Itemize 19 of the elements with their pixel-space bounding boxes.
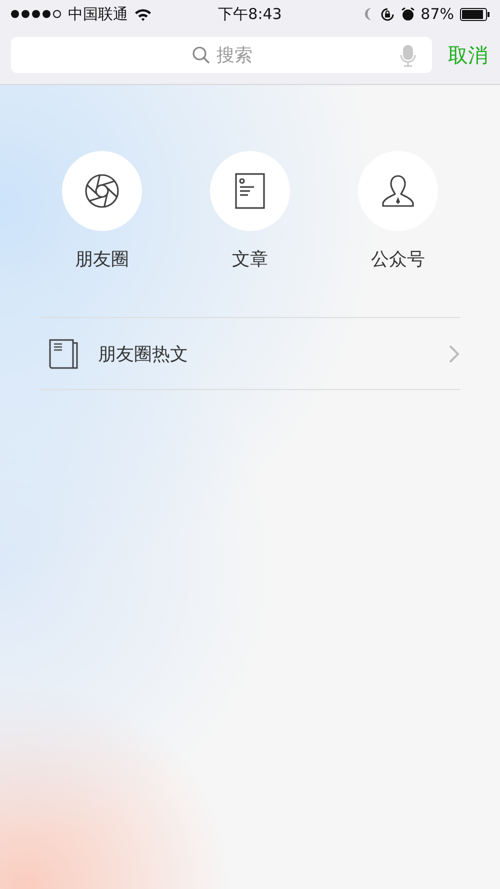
signal-icon (10, 9, 62, 19)
wifi-icon (134, 8, 152, 20)
carrier-name: 中国联通 (68, 4, 128, 24)
category-button[interactable]: 公众号 (358, 151, 438, 271)
category-button[interactable]: 文章 (210, 151, 290, 271)
rotation-lock-icon (380, 6, 395, 22)
battery-icon (460, 8, 490, 20)
list-item[interactable]: 朋友圈热文 (40, 317, 460, 390)
battery-percent: 87% (420, 5, 454, 23)
chevron-icon (448, 344, 460, 364)
search-field[interactable]: 搜索 (11, 37, 432, 73)
aperture-icon (84, 173, 120, 209)
alarm-icon (400, 7, 415, 21)
newspaper-icon (49, 338, 79, 368)
clock-time: 下午8:43 (218, 4, 282, 24)
category-button[interactable]: 朋友圈 (62, 151, 142, 271)
microphone-icon[interactable] (400, 45, 416, 67)
document-icon (235, 173, 265, 209)
person-icon (381, 174, 415, 208)
